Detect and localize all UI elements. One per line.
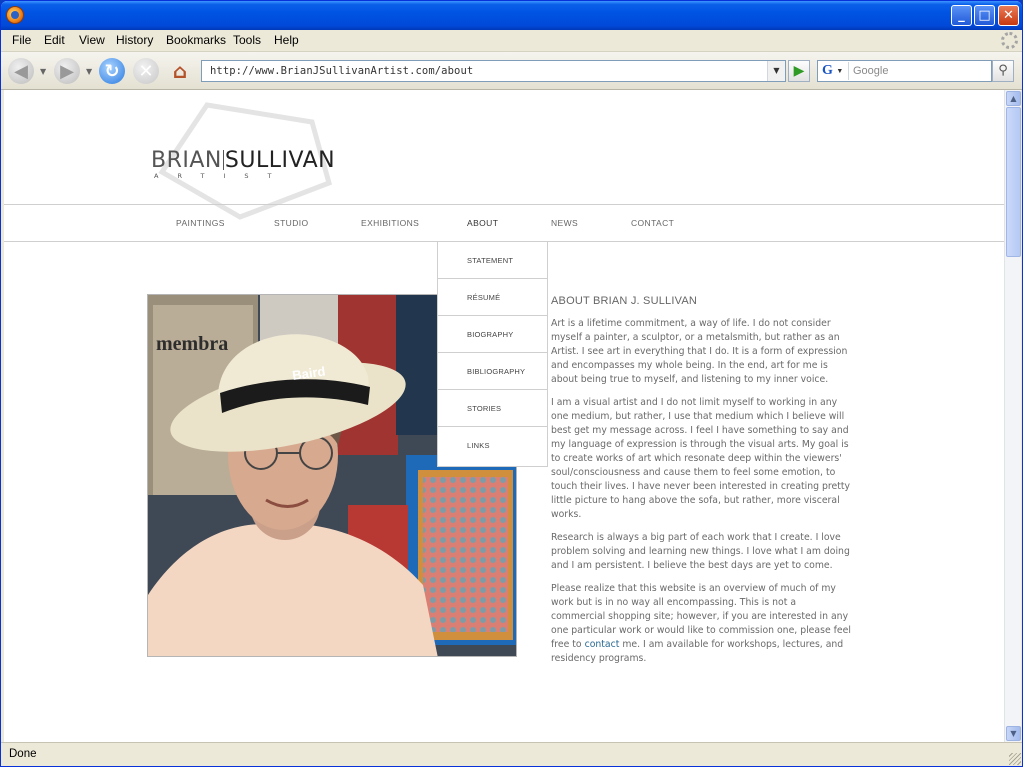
about-paragraph-2: I am a visual artist and I do not limit … [551, 397, 851, 520]
minimize-button[interactable]: _ [951, 5, 972, 26]
maximize-button[interactable]: □ [974, 5, 995, 26]
site-logo[interactable]: BRIAN SULLIVAN ARTIST [144, 100, 344, 220]
back-arrow-icon: ◀ [14, 60, 28, 82]
page-viewport: BRIAN SULLIVAN ARTIST PAINTINGS STUDIO EX… [4, 90, 1004, 742]
google-icon: G [822, 63, 833, 78]
address-text[interactable]: http://www.BrianJSullivanArtist.com/abou… [210, 65, 473, 77]
scroll-thumb[interactable] [1006, 107, 1021, 257]
logo-last-name: SULLIVAN [224, 148, 336, 173]
search-engine-selector[interactable]: G ▼ [819, 62, 849, 80]
menu-view[interactable]: View [79, 33, 105, 47]
throbber-icon [1001, 32, 1018, 49]
nav-about[interactable]: ABOUT [467, 218, 498, 228]
search-button[interactable]: ⚲ [992, 60, 1014, 82]
poster-text: membra [156, 333, 228, 355]
about-menu-stories[interactable]: STORIES [438, 390, 547, 427]
forward-button[interactable]: ▶ [54, 58, 80, 84]
reload-button[interactable]: ↻ [99, 58, 125, 84]
menu-history[interactable]: History [116, 33, 153, 47]
stories-label: STORIES [467, 404, 502, 413]
back-button[interactable]: ◀ [8, 58, 34, 84]
nav-contact[interactable]: CONTACT [631, 218, 674, 228]
firefox-icon [6, 6, 24, 24]
nav-studio[interactable]: STUDIO [274, 218, 309, 228]
menu-help[interactable]: Help [274, 33, 299, 47]
forward-arrow-icon: ▶ [60, 60, 74, 82]
home-button[interactable]: ⌂ [167, 58, 193, 84]
menu-file[interactable]: File [12, 33, 31, 47]
logo-name: BRIAN SULLIVAN [151, 148, 335, 173]
magnifier-icon: ⚲ [998, 63, 1008, 78]
navigation-toolbar: ◀ ▼ ▶ ▼ ↻ ✕ ⌂ http://www.BrianJSullivanA… [1, 52, 1022, 90]
address-bar[interactable]: http://www.BrianJSullivanArtist.com/abou… [201, 60, 786, 82]
statement-label: STATEMENT [467, 256, 514, 265]
scroll-down-icon[interactable]: ▼ [1006, 726, 1021, 741]
menu-bar: File Edit View History Bookmarks Tools H… [1, 30, 1022, 52]
biography-label: BIOGRAPHY [467, 330, 514, 339]
stop-button[interactable]: ✕ [133, 58, 159, 84]
contact-link[interactable]: contact [585, 639, 620, 650]
page-title: ABOUT BRIAN J. SULLIVAN [551, 295, 698, 307]
reload-icon: ↻ [104, 60, 120, 82]
status-bar: Done [1, 742, 1022, 766]
about-menu-biography[interactable]: BIOGRAPHY [438, 316, 547, 353]
about-menu-statement[interactable]: STATEMENT [438, 242, 547, 279]
about-menu-resume[interactable]: RÉSUMÉ [438, 279, 547, 316]
status-text: Done [9, 748, 37, 760]
nav-paintings[interactable]: PAINTINGS [176, 218, 225, 228]
about-text: Art is a lifetime commitment, a way of l… [551, 317, 851, 675]
menu-tools[interactable]: Tools [233, 33, 261, 47]
title-bar: _ □ ✕ [1, 1, 1022, 30]
back-history-dropdown-icon[interactable]: ▼ [40, 67, 46, 76]
go-arrow-icon: ▶ [793, 63, 805, 79]
go-button[interactable]: ▶ [788, 60, 810, 82]
about-dropdown-menu: STATEMENT RÉSUMÉ BIOGRAPHY BIBLIOGRAPHY … [437, 242, 548, 467]
resume-label: RÉSUMÉ [467, 293, 501, 302]
logo-divider [222, 150, 224, 170]
search-input[interactable]: Google [853, 65, 888, 77]
about-paragraph-4: Please realize that this website is an o… [551, 582, 851, 666]
engine-dropdown-icon: ▼ [836, 67, 844, 75]
stop-icon: ✕ [138, 60, 154, 82]
browser-window: _ □ ✕ File Edit View History Bookmarks T… [0, 0, 1023, 767]
about-menu-links[interactable]: LINKS [438, 427, 547, 464]
nav-news[interactable]: NEWS [551, 218, 578, 228]
menu-edit[interactable]: Edit [44, 33, 65, 47]
address-dropdown-icon[interactable]: ▼ [767, 61, 785, 81]
close-button[interactable]: ✕ [998, 5, 1019, 26]
menu-bookmarks[interactable]: Bookmarks [166, 33, 226, 47]
search-box[interactable]: G ▼ Google [817, 60, 992, 82]
forward-history-dropdown-icon[interactable]: ▼ [86, 67, 92, 76]
about-paragraph-3: Research is always a big part of each wo… [551, 532, 850, 571]
resize-grip-icon[interactable] [1009, 753, 1021, 765]
bibliography-label: BIBLIOGRAPHY [467, 367, 526, 376]
home-icon: ⌂ [172, 59, 188, 83]
vertical-scrollbar[interactable]: ▲ ▼ [1004, 90, 1021, 742]
nav-exhibitions[interactable]: EXHIBITIONS [361, 218, 419, 228]
about-menu-bibliography[interactable]: BIBLIOGRAPHY [438, 353, 547, 390]
links-label: LINKS [467, 441, 490, 450]
logo-subtitle: ARTIST [154, 172, 291, 180]
about-paragraph-1: Art is a lifetime commitment, a way of l… [551, 318, 848, 385]
logo-first-name: BRIAN [151, 148, 222, 173]
nav-divider-top [4, 204, 1004, 205]
scroll-up-icon[interactable]: ▲ [1006, 91, 1021, 106]
